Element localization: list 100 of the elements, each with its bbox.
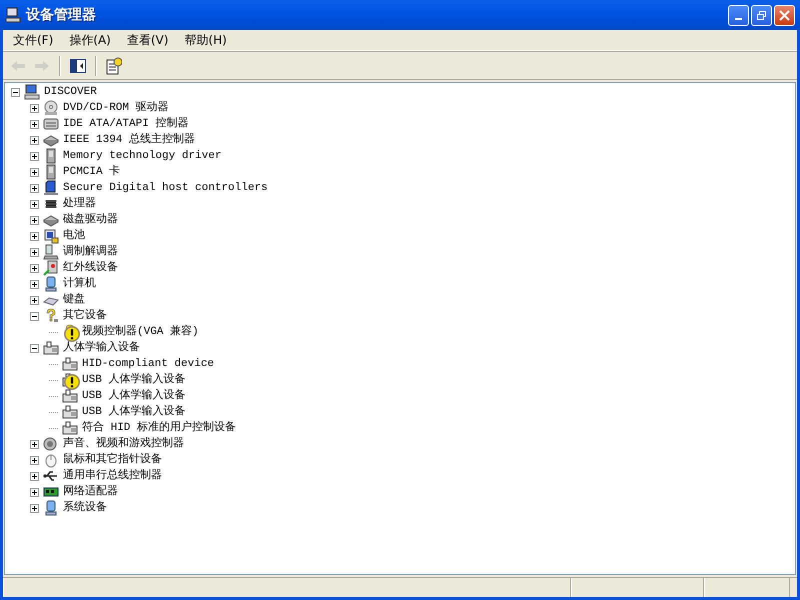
window-title: 设备管理器 — [26, 6, 97, 24]
infrared-icon — [43, 260, 59, 276]
device-icon — [62, 388, 78, 404]
plus-icon — [32, 154, 37, 158]
collapse-toggle[interactable] — [11, 88, 20, 96]
minus-icon — [32, 346, 37, 350]
tree-item[interactable]: USB 人体学输入设备 — [81, 388, 186, 404]
expand-toggle[interactable] — [30, 232, 39, 240]
forward-arrow-icon — [34, 60, 50, 72]
properties-icon — [106, 56, 122, 74]
battery-icon — [43, 228, 59, 244]
tree-item[interactable]: 人体学输入设备 — [62, 340, 141, 356]
tree-item[interactable]: 磁盘驱动器 — [62, 212, 119, 228]
speaker-icon — [43, 436, 59, 452]
expand-toggle[interactable] — [30, 104, 39, 112]
expand-toggle[interactable] — [30, 200, 39, 208]
menu-item[interactable]: 查看(V) — [118, 30, 176, 50]
menu-item[interactable]: 文件(F) — [5, 30, 62, 50]
tree-item[interactable]: 电池 — [62, 228, 86, 244]
tree-item[interactable]: USB 人体学输入设备 — [81, 404, 186, 420]
tree-item[interactable]: Memory technology driver — [62, 148, 222, 164]
menu-item[interactable]: 操作(A) — [61, 30, 119, 50]
expand-toggle[interactable] — [30, 168, 39, 176]
plus-icon — [32, 458, 37, 462]
plus-icon — [32, 282, 37, 286]
expand-toggle[interactable] — [30, 280, 39, 288]
tree-item[interactable]: DVD/CD-ROM 驱动器 — [62, 100, 170, 116]
tree-item[interactable]: 通用串行总线控制器 — [62, 468, 163, 484]
plus-icon — [32, 138, 37, 142]
tree-item[interactable]: 鼠标和其它指针设备 — [62, 452, 163, 468]
tree-item[interactable]: 处理器 — [62, 196, 97, 212]
tree-item[interactable]: 键盘 — [62, 292, 86, 308]
tree-item[interactable]: 系统设备 — [62, 500, 108, 516]
plus-icon — [32, 298, 37, 302]
tree-item[interactable]: HID-compliant device — [81, 356, 216, 372]
expand-toggle[interactable] — [30, 120, 39, 128]
computer-icon — [5, 7, 21, 23]
expand-toggle[interactable] — [30, 152, 39, 160]
plus-icon — [32, 202, 37, 206]
tree-item[interactable]: 其它设备 — [62, 308, 108, 324]
tree-item[interactable]: 计算机 — [62, 276, 97, 292]
expand-toggle[interactable] — [30, 504, 39, 512]
tree-item[interactable]: Secure Digital host controllers — [62, 180, 269, 196]
expand-toggle[interactable] — [30, 296, 39, 304]
plus-icon — [32, 106, 37, 110]
restore-icon — [756, 10, 767, 20]
computer-icon — [24, 84, 40, 100]
tree-item[interactable]: 声音、视频和游戏控制器 — [62, 436, 185, 452]
device-icon — [43, 340, 59, 356]
restore-button[interactable] — [751, 4, 772, 26]
collapse-toggle[interactable] — [30, 344, 39, 352]
expand-toggle[interactable] — [30, 248, 39, 256]
plus-icon — [32, 186, 37, 190]
expand-toggle[interactable] — [30, 264, 39, 272]
device-icon — [62, 404, 78, 420]
minimize-icon — [735, 18, 742, 20]
expand-toggle[interactable] — [30, 216, 39, 224]
expand-toggle[interactable] — [30, 472, 39, 480]
expand-toggle[interactable] — [30, 456, 39, 464]
plus-icon — [32, 234, 37, 238]
plus-icon — [32, 442, 37, 446]
plus-icon — [32, 490, 37, 494]
minus-icon — [32, 314, 37, 318]
expand-toggle[interactable] — [30, 184, 39, 192]
plus-icon — [32, 170, 37, 174]
plus-icon — [32, 250, 37, 254]
tree-item[interactable]: 网络适配器 — [62, 484, 119, 500]
plus-icon — [32, 122, 37, 126]
tree-item[interactable]: PCMCIA 卡 — [62, 164, 122, 180]
tree-item[interactable]: DISCOVER — [43, 84, 98, 100]
tree-item[interactable]: USB 人体学输入设备 — [81, 372, 186, 388]
tree-item[interactable]: IEEE 1394 总线主控制器 — [62, 132, 196, 148]
device-icon — [62, 420, 78, 436]
tree-item[interactable]: 符合 HID 标准的用户控制设备 — [81, 420, 238, 436]
computer-icon — [43, 500, 59, 516]
disc-icon — [43, 100, 59, 116]
mouse-icon — [43, 452, 59, 468]
plus-icon — [32, 474, 37, 478]
plus-icon — [32, 266, 37, 270]
expand-toggle[interactable] — [30, 136, 39, 144]
tree-item[interactable]: 调制解调器 — [62, 244, 119, 260]
computer-icon — [43, 276, 59, 292]
back-arrow-icon — [10, 60, 26, 72]
tree-item[interactable]: 红外线设备 — [62, 260, 119, 276]
console-tree-icon — [70, 58, 86, 72]
menu-item[interactable]: 帮助(H) — [176, 30, 235, 50]
expand-toggle[interactable] — [30, 440, 39, 448]
expand-toggle[interactable] — [30, 488, 39, 496]
modem-icon — [43, 244, 59, 260]
plus-icon — [32, 506, 37, 510]
tree-item[interactable]: 视频控制器(VGA 兼容) — [81, 324, 200, 340]
close-button[interactable] — [774, 4, 795, 26]
sd-card-icon — [43, 180, 59, 196]
drive-icon — [43, 116, 59, 132]
minus-icon — [13, 90, 18, 94]
minimize-button[interactable] — [728, 4, 749, 26]
plus-icon — [32, 218, 37, 222]
collapse-toggle[interactable] — [30, 312, 39, 320]
close-icon — [779, 10, 790, 20]
tree-item[interactable]: IDE ATA/ATAPI 控制器 — [62, 116, 190, 132]
